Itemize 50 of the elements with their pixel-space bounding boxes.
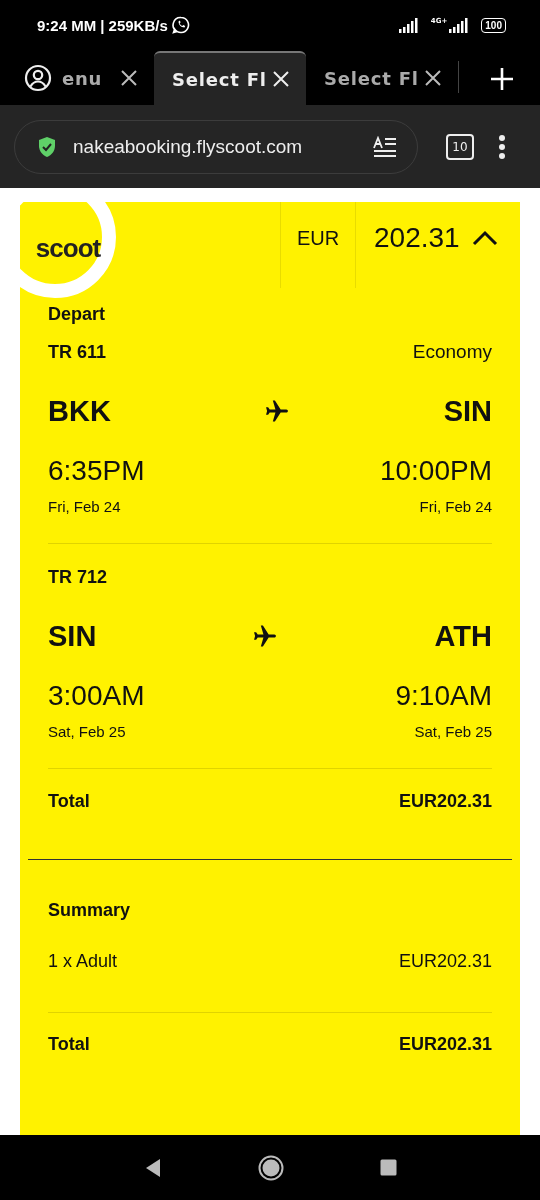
status-time: 9:24 MM (37, 16, 97, 34)
total-amount: EUR202.31 (398, 790, 492, 812)
browser-tab[interactable]: Select Fl (154, 51, 306, 105)
airport-code: BKK (48, 394, 111, 428)
logo: scoot (35, 232, 101, 264)
close-icon[interactable] (424, 69, 442, 87)
shield-icon (37, 135, 57, 158)
signal-icon (448, 16, 470, 34)
passenger-amount: EUR202.31 (398, 951, 492, 972)
currency-label: EUR (296, 226, 340, 250)
signal-icon (397, 16, 419, 34)
departure-time: 6:35PM (48, 455, 145, 487)
recent-apps-icon[interactable] (379, 1159, 397, 1176)
arrival-date: Sat, Feb 25 (414, 722, 492, 740)
battery-level: 100 (481, 17, 506, 33)
departure-time: 3:00AM (48, 680, 145, 712)
caret-icon[interactable] (471, 230, 498, 246)
flight-number: TR 611 (48, 341, 107, 363)
section-title: Summary (48, 899, 132, 922)
reader-mode-icon[interactable] (373, 135, 397, 158)
total-price: 202.31 (374, 222, 460, 254)
tab-count-button[interactable]: 10 (446, 133, 474, 160)
menu-icon[interactable] (498, 133, 506, 160)
section-title: Depart (48, 303, 106, 326)
airport-code: SIN (443, 394, 492, 428)
departure-date: Fri, Feb 24 (48, 497, 121, 515)
airport-code: SIN (48, 619, 97, 653)
departure-date: Sat, Feb 25 (48, 722, 126, 740)
tab-title: Select Fl (172, 68, 267, 90)
cabin-class: Economy (412, 341, 492, 363)
home-icon[interactable] (257, 1154, 284, 1181)
arrival-time: 10:00PM (379, 455, 492, 487)
arrival-time: 9:10AM (395, 680, 492, 712)
tab-title: enu (62, 67, 103, 89)
network-speed: | 259KB/s (100, 16, 168, 34)
url-text: nakeabooking.flyscoot.com (73, 135, 304, 158)
total-amount: EUR202.31 (398, 1033, 492, 1055)
phone-chat-icon (171, 16, 190, 34)
browser-tab[interactable]: Select Fl (306, 51, 458, 105)
flight-number: TR 712 (48, 566, 108, 588)
passenger-label: 1 x Adult (48, 951, 118, 972)
total-label: Total (48, 1033, 90, 1055)
airport-code: ATH (434, 619, 492, 653)
account-icon[interactable] (24, 64, 52, 92)
close-icon[interactable] (120, 69, 138, 87)
browser-tab[interactable]: enu (60, 51, 154, 105)
new-tab-icon[interactable] (490, 67, 514, 91)
arrival-date: Fri, Feb 24 (419, 497, 492, 515)
tab-title: Select Fl (324, 67, 419, 89)
total-label: Total (48, 790, 90, 812)
